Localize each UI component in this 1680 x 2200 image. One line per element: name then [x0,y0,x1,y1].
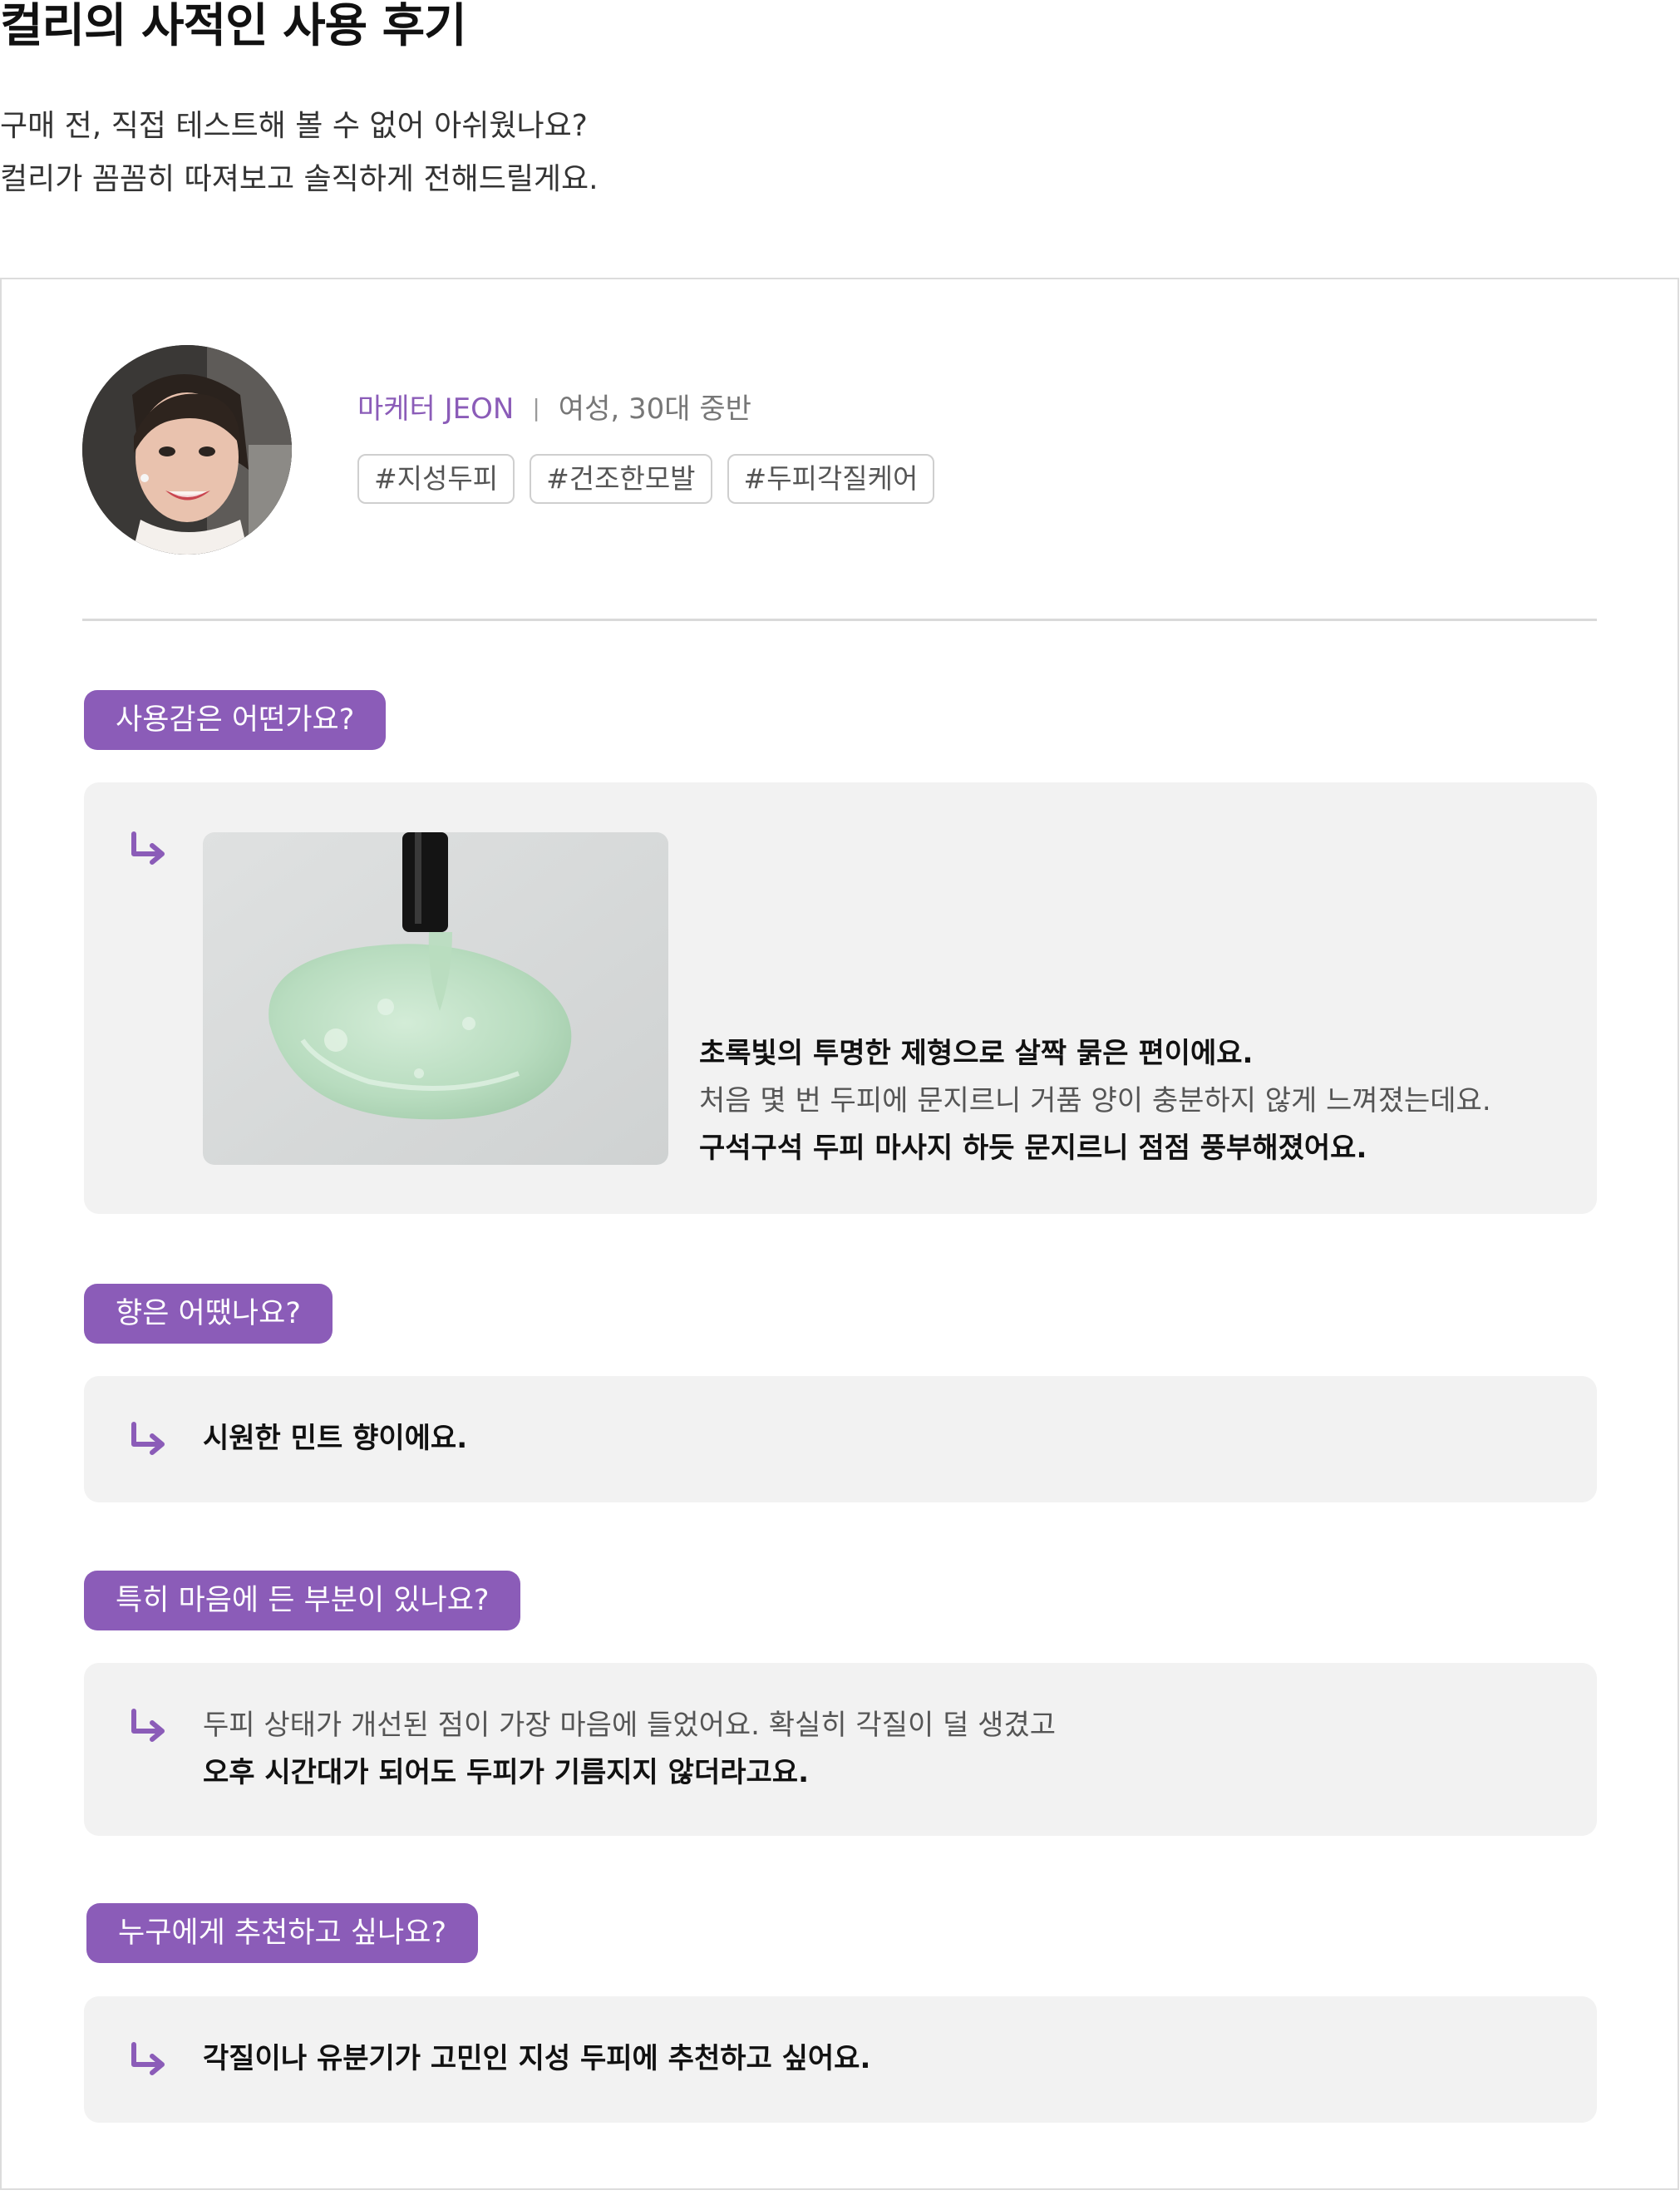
answer-box: 시원한 민트 향이에요. [84,1376,1597,1502]
answer-text: 시원한 민트 향이에요. [203,1415,467,1463]
answer-line: 구석구석 두피 마사지 하듯 문지르니 점점 풍부해졌어요. [699,1132,1367,1165]
intro-line: 구매 전, 직접 테스트해 볼 수 없어 아쉬웠나요? [0,109,588,143]
tag: #건조한모발 [530,454,712,504]
answer-line: 시원한 민트 향이에요. [203,1422,468,1455]
answer-text: 각질이나 유분기가 고민인 지성 두피에 추천하고 싶어요. [203,2035,870,2083]
question-badge: 사용감은 어떤가요? [84,690,387,750]
answer-line: 처음 몇 번 두피에 문지르니 거품 양이 충분하지 않게 느껴졌는데요. [699,1084,1491,1117]
page-title: 컬리의 사적인 사용 후기 [0,0,467,53]
arrow-down-right-icon [131,831,165,865]
reviewer-avatar [82,345,292,555]
question-badge: 누구에게 추천하고 싶나요? [86,1903,479,1963]
answer-line: 두피 상태가 개선된 점이 가장 마음에 들었어요. 확실히 각질이 덜 생겼고 [203,1709,1057,1742]
arrow-down-right-icon [131,1709,165,1742]
reviewer-tags: #지성두피 #건조한모발 #두피각질케어 [357,454,935,504]
reviewer-info: 마케터 JEON | 여성, 30대 중반 [357,389,751,431]
arrow-down-right-icon [131,1422,165,1455]
reviewer-name: 마케터 JEON [357,392,515,426]
answer-text: 두피 상태가 개선된 점이 가장 마음에 들었어요. 확실히 각질이 덜 생겼고… [203,1702,1056,1797]
answer-box: 두피 상태가 개선된 점이 가장 마음에 들었어요. 확실히 각질이 덜 생겼고… [84,1663,1597,1836]
intro-line: 컬리가 꼼꼼히 따져보고 솔직하게 전해드릴게요. [0,162,599,196]
answer-line: 오후 시간대가 되어도 두피가 기름지지 않더라고요. [203,1756,809,1789]
reviewer-demographic: 여성, 30대 중반 [558,392,751,426]
separator: | [532,394,540,422]
answer-text: 초록빛의 투명한 제형으로 살짝 묽은 편이에요. 처음 몇 번 두피에 문지르… [699,1030,1491,1172]
question-badge: 특히 마음에 든 부분이 있나요? [84,1571,521,1630]
divider [82,619,1597,621]
review-page: 컬리의 사적인 사용 후기 구매 전, 직접 테스트해 볼 수 없어 아쉬웠나요… [0,0,1680,2200]
answer-box: 각질이나 유분기가 고민인 지성 두피에 추천하고 싶어요. [84,1996,1597,2123]
intro-text: 구매 전, 직접 테스트해 볼 수 없어 아쉬웠나요? 컬리가 꼼꼼히 따져보고… [0,100,599,206]
question-badge: 향은 어땠나요? [84,1284,333,1344]
arrow-down-right-icon [131,2042,165,2075]
green-gel-texture-photo [203,832,668,1165]
answer-line: 각질이나 유분기가 고민인 지성 두피에 추천하고 싶어요. [203,2042,871,2075]
answer-box: 초록빛의 투명한 제형으로 살짝 묽은 편이에요. 처음 몇 번 두피에 문지르… [84,782,1597,1214]
tag: #지성두피 [357,454,515,504]
tag: #두피각질케어 [727,454,935,504]
answer-line: 초록빛의 투명한 제형으로 살짝 묽은 편이에요. [699,1037,1254,1070]
